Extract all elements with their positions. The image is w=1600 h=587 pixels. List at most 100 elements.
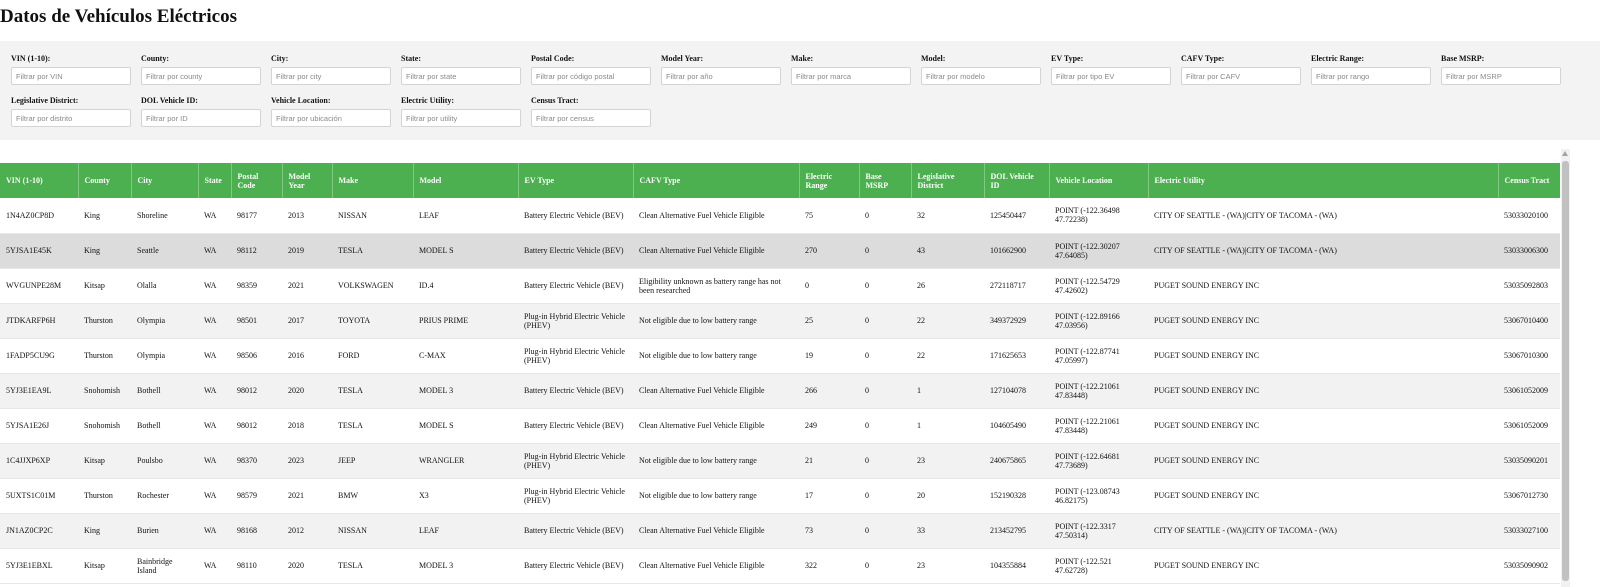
table-cell: LEAF (413, 513, 518, 549)
table-cell: JTDKARFP6H (0, 303, 78, 339)
table-cell: WA (198, 443, 231, 479)
filter-model-year: Model Year: (661, 53, 783, 85)
table-cell: King (78, 513, 131, 549)
scroll-up-arrow-icon[interactable] (1562, 151, 1568, 156)
filter-vin: VIN (1-10): (11, 53, 133, 85)
table-cell: WA (198, 233, 231, 269)
filter-census-tract: Census Tract: (531, 95, 653, 127)
filter-label: City: (271, 54, 289, 63)
table-cell: 53061052009 (1498, 408, 1560, 444)
table-cell: 22 (911, 338, 984, 374)
filter-dol-vehicle-id: DOL Vehicle ID: (141, 95, 263, 127)
table-cell: 213452795 (984, 513, 1049, 549)
table-row[interactable]: 5UXTS1C01M Thurston Rochester WA 98579 2021 BM… (0, 478, 1560, 514)
table-cell: MODEL S (413, 233, 518, 269)
ev-type-filter-input[interactable] (1051, 67, 1171, 85)
table-cell: 0 (859, 408, 911, 444)
make-filter-input[interactable] (791, 67, 911, 85)
table-cell: 98012 (231, 408, 282, 444)
table-cell: Battery Electric Vehicle (BEV) (518, 268, 633, 304)
table-cell: POINT (-122.521 47.62728) (1049, 548, 1148, 584)
electric-utility-filter-input[interactable] (401, 109, 521, 127)
table-body: 1N4AZ0CP8D King Shoreline WA 98177 2013 NISSAN… (0, 198, 1560, 584)
table-cell: Olympia (131, 338, 198, 374)
table-cell: X3 (413, 478, 518, 514)
filter-label: CAFV Type: (1181, 54, 1225, 63)
table-cell: PUGET SOUND ENERGY INC (1148, 548, 1498, 584)
table-cell: 73 (799, 513, 859, 549)
table-cell: Kitsap (78, 443, 131, 479)
table-row[interactable]: 1FADP5CU9G Thurston Olympia WA 98506 2016 FORD… (0, 338, 1560, 374)
table-row[interactable]: 1N4AZ0CP8D King Shoreline WA 98177 2013 NISSAN… (0, 198, 1560, 234)
table-cell: 53035090902 (1498, 548, 1560, 584)
scrollbar-thumb[interactable] (1562, 161, 1569, 581)
table-cell: TESLA (332, 408, 413, 444)
filter-label: Electric Range: (1311, 54, 1365, 63)
table-cell: 23 (911, 548, 984, 584)
table-cell: 43 (911, 233, 984, 269)
census-tract-filter-input[interactable] (531, 109, 651, 127)
table-cell: Thurston (78, 478, 131, 514)
table-cell: 98112 (231, 233, 282, 269)
column-header: CAFV Type (633, 163, 800, 198)
table-cell: Battery Electric Vehicle (BEV) (518, 233, 633, 269)
state-filter-input[interactable] (401, 67, 521, 85)
vin-filter-input[interactable] (11, 67, 131, 85)
base-msrp-filter-input[interactable] (1441, 67, 1561, 85)
legislative-district-filter-input[interactable] (11, 109, 131, 127)
table-cell: JEEP (332, 443, 413, 479)
electric-range-filter-input[interactable] (1311, 67, 1431, 85)
table-row[interactable]: JN1AZ0CP2C King Burien WA 98168 2012 NISSAN LEA… (0, 513, 1560, 549)
table-row[interactable]: 5YJ3E1EBXL Kitsap Bainbridge Island WA 98110… (0, 548, 1560, 584)
filter-model: Model: (921, 53, 1043, 85)
table-cell: Clean Alternative Fuel Vehicle Eligible (633, 513, 799, 549)
postal-code-filter-input[interactable] (531, 67, 651, 85)
filter-label: County: (141, 54, 170, 63)
table-cell: 0 (859, 443, 911, 479)
city-filter-input[interactable] (271, 67, 391, 85)
table-cell: Clean Alternative Fuel Vehicle Eligible (633, 548, 799, 584)
table-cell: Clean Alternative Fuel Vehicle Eligible (633, 373, 799, 409)
column-header: State (198, 163, 232, 198)
vertical-scrollbar[interactable] (1561, 149, 1570, 587)
table-cell: TOYOTA (332, 303, 413, 339)
table-cell: Poulsbo (131, 443, 198, 479)
table-cell: 0 (859, 198, 911, 234)
table-cell: Snohomish (78, 408, 131, 444)
table-cell: WRANGLER (413, 443, 518, 479)
table-row[interactable]: JTDKARFP6H Thurston Olympia WA 98501 2017 TOYO… (0, 303, 1560, 339)
table-cell: Plug-in Hybrid Electric Vehicle (PHEV) (518, 338, 633, 374)
cafv-type-filter-input[interactable] (1181, 67, 1301, 85)
table-row[interactable]: 5YJSA1E45K King Seattle WA 98112 2019 TESLA MOD… (0, 233, 1560, 269)
table-cell: 125450447 (984, 198, 1049, 234)
table-cell: Bainbridge Island (131, 548, 198, 584)
table-row[interactable]: 1C4JJXP6XP Kitsap Poulsbo WA 98370 2023 JEEP WR… (0, 443, 1560, 479)
table-cell: 2017 (282, 303, 332, 339)
table-cell: 249 (799, 408, 859, 444)
table-row[interactable]: 5YJSA1E26J Snohomish Bothell WA 98012 2018 TES… (0, 408, 1560, 444)
table-cell: 1N4AZ0CP8D (0, 198, 78, 234)
vehicle-location-filter-input[interactable] (271, 109, 391, 127)
county-filter-input[interactable] (141, 67, 261, 85)
model-year-filter-input[interactable] (661, 67, 781, 85)
table-cell: POINT (-122.3317 47.50314) (1049, 513, 1148, 549)
table-cell: POINT (-122.30207 47.64085) (1049, 233, 1148, 269)
column-header: Electric Utility (1148, 163, 1499, 198)
table-cell: Olalla (131, 268, 198, 304)
table-cell: 2020 (282, 548, 332, 584)
table-cell: 1C4JJXP6XP (0, 443, 78, 479)
dol-vehicle-id-filter-input[interactable] (141, 109, 261, 127)
column-header: Make (332, 163, 414, 198)
table-cell: Snohomish (78, 373, 131, 409)
table-cell: Battery Electric Vehicle (BEV) (518, 548, 633, 584)
filter-legislative-district: Legislative District: (11, 95, 133, 127)
table-cell: Seattle (131, 233, 198, 269)
filter-postal-code: Postal Code: (531, 53, 653, 85)
table-row[interactable]: 5YJ3E1EA9L Snohomish Bothell WA 98012 2020 TES… (0, 373, 1560, 409)
table-cell: 0 (859, 338, 911, 374)
table-cell: 26 (911, 268, 984, 304)
table-cell: 98110 (231, 548, 282, 584)
table-header-row: VIN (1-10) County City State Postal Code Mode… (0, 163, 1560, 198)
table-row[interactable]: WVGUNPE28M Kitsap Olalla WA 98359 2021 VOLKSWA… (0, 268, 1560, 304)
model-filter-input[interactable] (921, 67, 1041, 85)
